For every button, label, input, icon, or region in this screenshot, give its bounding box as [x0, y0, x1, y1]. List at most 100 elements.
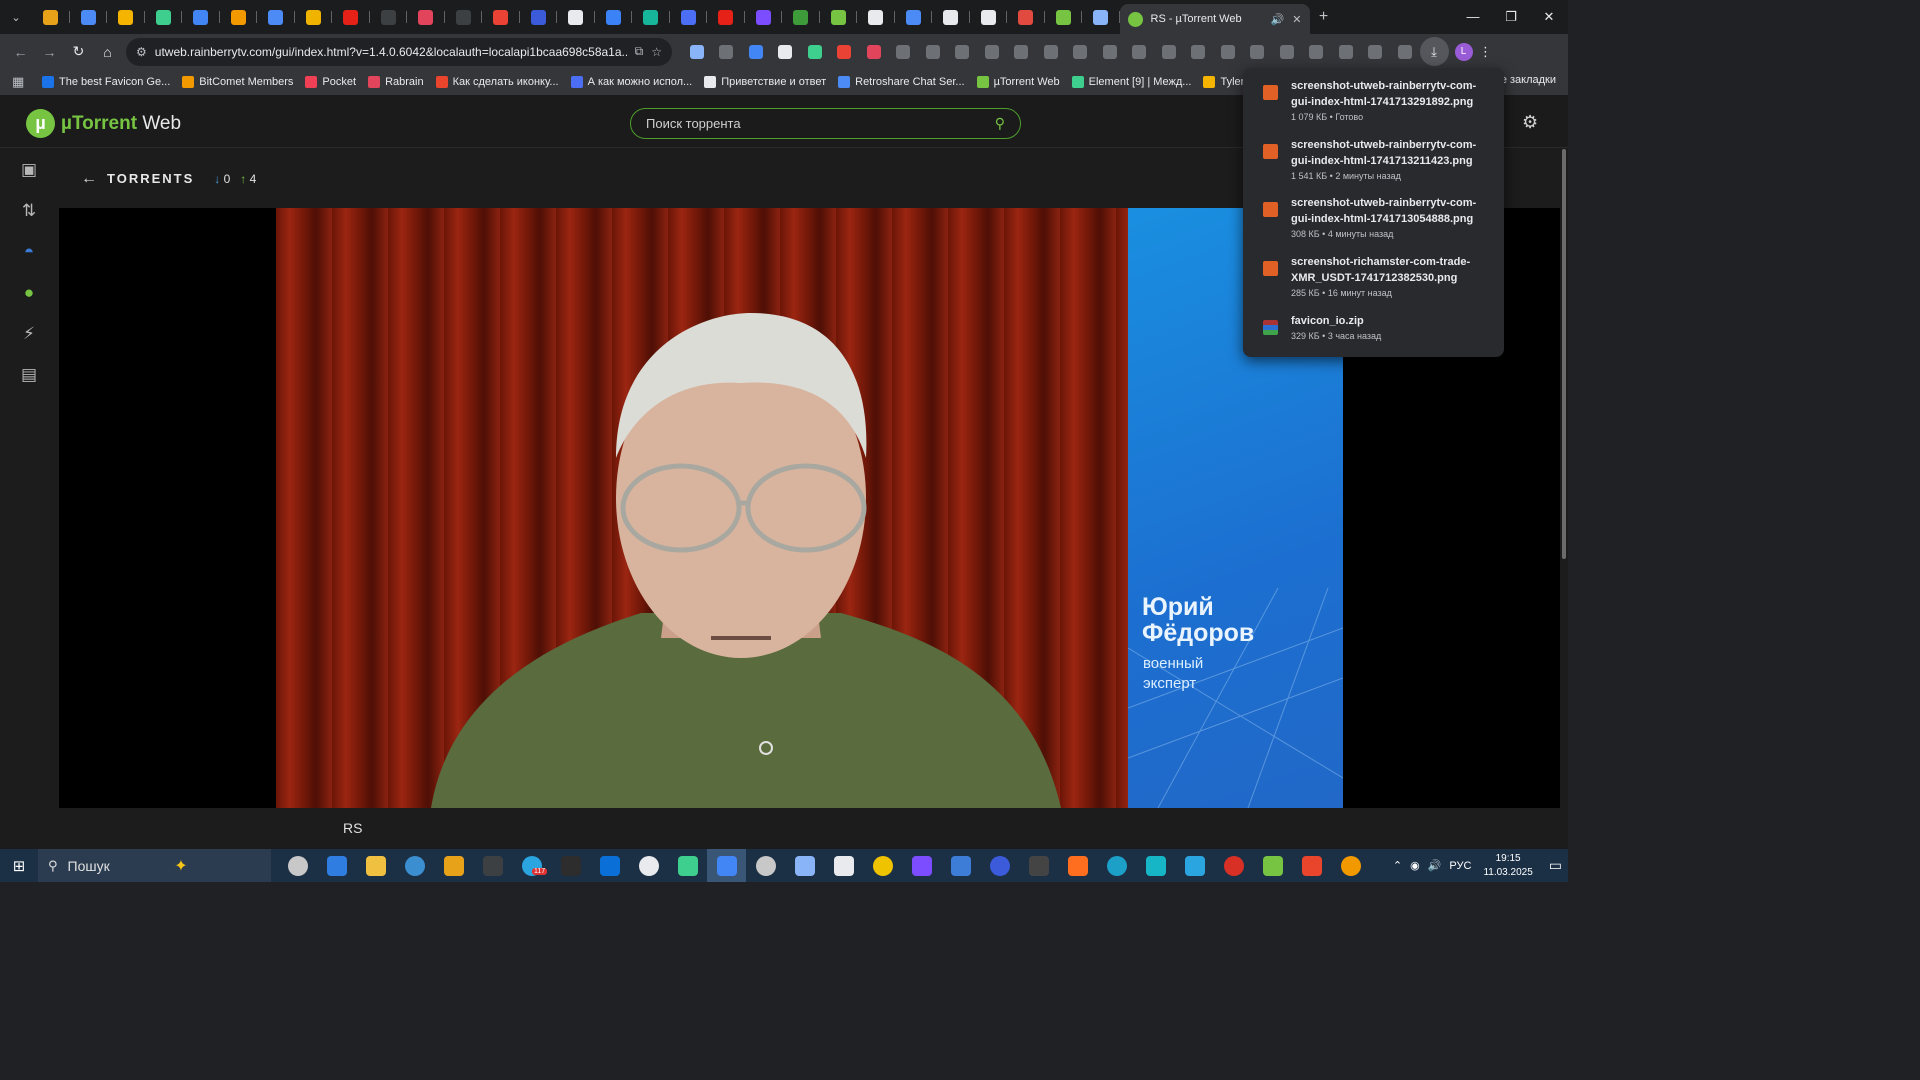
pinned-tab[interactable]	[295, 0, 333, 34]
taskbar-app-icon[interactable]: 117	[512, 849, 551, 882]
bookmark-item[interactable]: Как сделать иконку...	[435, 76, 559, 88]
pinned-tab[interactable]	[32, 0, 70, 34]
search-icon[interactable]: ⚲	[995, 115, 1005, 132]
taskbar-app-icon[interactable]	[1253, 849, 1292, 882]
network-icon[interactable]: ◉	[1410, 859, 1420, 872]
new-tab-button[interactable]: +	[1310, 8, 1338, 26]
taskbar-app-icon[interactable]	[590, 849, 629, 882]
taskbar-app-icon[interactable]	[1019, 849, 1058, 882]
clock[interactable]: 19:15 11.03.2025	[1483, 852, 1532, 880]
extension-icon[interactable]	[682, 37, 712, 66]
bookmark-item[interactable]: А как можно испол...	[570, 76, 692, 88]
forward-icon[interactable]: →	[35, 37, 64, 66]
reload-icon[interactable]: ↻	[64, 37, 93, 66]
bookmark-item[interactable]: µTorrent Web	[976, 76, 1060, 88]
url-text[interactable]: utweb.rainberrytv.com/gui/index.html?v=1…	[155, 45, 627, 59]
download-item[interactable]: screenshot-richamster-com-trade-XMR_USDT…	[1243, 254, 1504, 313]
tab-search-icon[interactable]: ⌄	[0, 0, 32, 34]
taskbar-app-icon[interactable]	[317, 849, 356, 882]
settings-gear-icon[interactable]: ⚙	[1522, 112, 1538, 133]
extension-icon[interactable]	[1184, 37, 1214, 66]
extension-icon[interactable]	[1213, 37, 1243, 66]
taskbar-app-icon[interactable]	[1331, 849, 1370, 882]
taskbar-app-icon[interactable]	[1058, 849, 1097, 882]
minimize-icon[interactable]: —	[1454, 9, 1492, 25]
pinned-tab[interactable]	[70, 0, 108, 34]
bookmark-item[interactable]: BitComet Members	[182, 76, 293, 88]
open-external-icon[interactable]: ⧉	[635, 44, 644, 59]
page-scrollbar[interactable]	[1560, 149, 1568, 849]
dashboard-grid-icon[interactable]: ▣	[18, 159, 40, 181]
taskbar-app-icon[interactable]	[473, 849, 512, 882]
taskbar-app-icon[interactable]	[824, 849, 863, 882]
extension-icon[interactable]	[977, 37, 1007, 66]
language-indicator[interactable]: РУС	[1449, 860, 1471, 872]
taskbar-app-icon[interactable]	[1292, 849, 1331, 882]
bookmark-item[interactable]: Element [9] | Межд...	[1071, 76, 1191, 88]
back-arrow-icon[interactable]: ←	[81, 170, 97, 188]
extension-icon[interactable]	[1036, 37, 1066, 66]
taskbar-app-icon[interactable]	[551, 849, 590, 882]
energy-plan-icon[interactable]: ⚡	[18, 323, 40, 345]
pinned-tab[interactable]	[1045, 0, 1083, 34]
taskbar-app-icon[interactable]	[668, 849, 707, 882]
apps-grid-icon[interactable]: ▦	[12, 74, 34, 90]
bookmark-item[interactable]: Pocket	[305, 76, 356, 88]
pinned-tab[interactable]	[820, 0, 858, 34]
back-icon[interactable]: ←	[6, 37, 35, 66]
pinned-tab[interactable]	[145, 0, 183, 34]
pinned-tab[interactable]	[970, 0, 1008, 34]
utorrent-logo[interactable]: µ µTorrent Web	[26, 109, 181, 138]
pinned-tab[interactable]	[745, 0, 783, 34]
pinned-tab[interactable]	[445, 0, 483, 34]
pinned-tab[interactable]	[520, 0, 558, 34]
pinned-tab[interactable]	[632, 0, 670, 34]
pinned-tab[interactable]	[707, 0, 745, 34]
download-item[interactable]: screenshot-utweb-rainberrytv-com-gui-ind…	[1243, 195, 1504, 254]
taskbar-app-icon[interactable]	[1097, 849, 1136, 882]
bookmark-item[interactable]: Приветствие и ответ	[704, 76, 826, 88]
home-icon[interactable]: ⌂	[93, 37, 122, 66]
volume-icon[interactable]: 🔊	[1428, 859, 1442, 872]
transfers-arrows-icon[interactable]: ⇅	[18, 200, 40, 222]
close-window-icon[interactable]: ✕	[1530, 9, 1568, 25]
extension-icon[interactable]	[1007, 37, 1037, 66]
extension-icon[interactable]	[712, 37, 742, 66]
bookmark-star-icon[interactable]: ☆	[651, 45, 662, 59]
extension-icon[interactable]	[771, 37, 801, 66]
extension-icon[interactable]	[1243, 37, 1273, 66]
profile-avatar[interactable]: L	[1454, 42, 1473, 61]
extension-icon[interactable]	[1272, 37, 1302, 66]
extension-icon[interactable]	[800, 37, 830, 66]
taskbar-app-icon[interactable]	[1175, 849, 1214, 882]
taskbar-app-icon[interactable]	[707, 849, 746, 882]
address-bar[interactable]: ⚙ utweb.rainberrytv.com/gui/index.html?v…	[126, 37, 672, 66]
pinned-tab[interactable]	[1007, 0, 1045, 34]
taskbar-app-icon[interactable]	[278, 849, 317, 882]
pinned-tab[interactable]	[257, 0, 295, 34]
utorrent-sidebar-icon[interactable]: ●	[18, 282, 40, 304]
pinned-tab[interactable]	[407, 0, 445, 34]
extension-icon[interactable]	[918, 37, 948, 66]
pinned-tab[interactable]	[107, 0, 145, 34]
all-bookmarks[interactable]: се закладки	[1495, 74, 1556, 86]
taskbar-app-icon[interactable]	[434, 849, 473, 882]
taskbar-app-icon[interactable]	[395, 849, 434, 882]
extension-icon[interactable]	[1331, 37, 1361, 66]
taskbar-app-icon[interactable]	[980, 849, 1019, 882]
extension-icon[interactable]	[1361, 37, 1391, 66]
taskbar-app-icon[interactable]	[902, 849, 941, 882]
extension-icon[interactable]	[1390, 37, 1420, 66]
tray-chevron-icon[interactable]: ⌃	[1393, 859, 1402, 872]
pinned-tab[interactable]	[1082, 0, 1120, 34]
media-player-icon[interactable]: ▤	[18, 364, 40, 386]
taskbar-app-icon[interactable]	[785, 849, 824, 882]
restore-icon[interactable]: ❐	[1492, 9, 1530, 25]
taskbar-app-icon[interactable]	[1214, 849, 1253, 882]
bookmark-item[interactable]: The best Favicon Ge...	[42, 76, 170, 88]
taskbar-app-icon[interactable]	[746, 849, 785, 882]
pinned-tab[interactable]	[557, 0, 595, 34]
taskbar-search-box[interactable]: ⚲ Пошук ✦	[38, 849, 271, 882]
download-item[interactable]: screenshot-utweb-rainberrytv-com-gui-ind…	[1243, 137, 1504, 196]
pinned-tab[interactable]	[932, 0, 970, 34]
